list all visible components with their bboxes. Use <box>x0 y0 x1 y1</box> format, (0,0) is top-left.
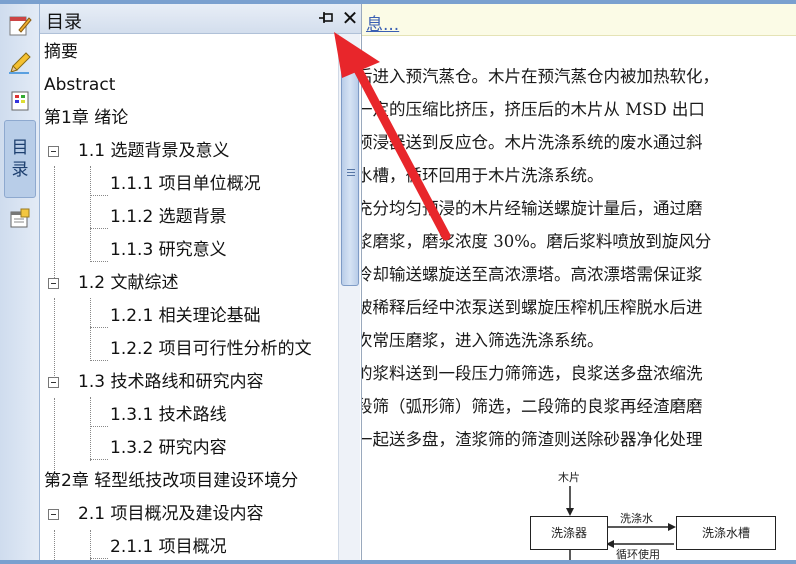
tree-connector <box>90 166 91 262</box>
tab-toc-label-bottom: 录 <box>11 160 29 180</box>
toc-scrollbar[interactable] <box>338 34 360 560</box>
scroll-thumb[interactable] <box>341 62 359 286</box>
tree-connector <box>90 530 91 560</box>
toc-item[interactable]: 1.2 文献综述 <box>78 267 178 300</box>
toc-item[interactable]: 2.1 项目概况及建设内容 <box>78 498 263 531</box>
tab-toc[interactable]: 目 录 <box>4 120 36 198</box>
toc-item[interactable]: 1.2.2 项目可行性分析的文 <box>110 333 312 366</box>
toc-item[interactable]: 1.1.3 研究意义 <box>110 234 227 267</box>
grip-icon <box>347 169 355 170</box>
toc-item[interactable]: 1.3.1 技术路线 <box>110 399 227 432</box>
tree-connector <box>90 360 108 361</box>
diagram-arrows <box>566 486 676 560</box>
pencil-icon[interactable] <box>4 48 36 78</box>
toc-item[interactable]: 摘要 <box>44 36 78 69</box>
tree-connector <box>90 426 108 427</box>
tree-connector <box>90 298 91 361</box>
toc-item[interactable]: 1.1.2 选题背景 <box>110 201 227 234</box>
grip-icon <box>347 175 355 176</box>
toc-header: 目录 ✕ <box>40 4 361 34</box>
toc-item[interactable]: Abstract <box>44 69 115 102</box>
collapse-toggle[interactable] <box>48 509 59 520</box>
thumbnails-icon[interactable] <box>4 86 36 116</box>
collapse-toggle[interactable] <box>48 146 59 157</box>
toc-item[interactable]: 1.1.1 项目单位概况 <box>110 168 261 201</box>
edit-page-icon[interactable] <box>4 10 36 40</box>
side-toolbar: 目 录 <box>0 4 40 560</box>
diagram-arrow-label: 洗涤水 <box>620 512 653 525</box>
tree-connector <box>90 459 108 460</box>
tree-connector <box>54 530 55 560</box>
diagram-box-water-tank: 洗涤水槽 <box>676 516 776 550</box>
grip-icon <box>347 172 355 173</box>
toc-item[interactable]: 2.1.1 项目概况 <box>110 531 227 560</box>
tree-connector <box>90 228 108 229</box>
tree-connector <box>90 195 108 196</box>
diagram-box-washer: 洗涤器 <box>530 516 608 550</box>
toc-panel: 目录 ✕ 摘要 Abstract 第1章 绪论 1.1 选题背景及意义 1.1.… <box>40 4 362 560</box>
toc-item[interactable]: 1.3 技术路线和研究内容 <box>78 366 263 399</box>
notes-icon[interactable] <box>4 204 36 234</box>
toc-item[interactable]: 第2章 轻型纸技改项目建设环境分 <box>44 465 298 498</box>
tab-toc-label-top: 目 <box>11 138 29 158</box>
document-view[interactable]: 息... 后进入预汽蒸仓。木片在预汽蒸仓内被加热软化， 一定的压缩比挤压，挤压后… <box>362 4 796 560</box>
toc-item[interactable]: 1.1 选题背景及意义 <box>78 135 229 168</box>
collapse-toggle[interactable] <box>48 377 59 388</box>
toc-item[interactable]: 1.3.2 研究内容 <box>110 432 227 465</box>
toc-item[interactable]: 第1章 绪论 <box>44 102 128 135</box>
tree-connector <box>90 558 108 559</box>
window-bottom-border <box>0 560 796 564</box>
toc-tree: 摘要 Abstract 第1章 绪论 1.1 选题背景及意义 1.1.1 项目单… <box>40 34 338 560</box>
tree-connector <box>90 261 108 262</box>
toc-item[interactable]: 1.2.1 相关理论基础 <box>110 300 261 333</box>
pin-icon[interactable] <box>318 10 336 28</box>
tree-connector <box>54 298 55 382</box>
tree-connector <box>90 327 108 328</box>
collapse-toggle[interactable] <box>48 278 59 289</box>
diagram-arrow-label: 循环使用 <box>616 548 660 560</box>
close-icon[interactable]: ✕ <box>340 8 360 28</box>
tree-connector <box>54 166 55 286</box>
tree-connector <box>90 397 91 461</box>
toc-title: 目录 <box>46 12 82 33</box>
